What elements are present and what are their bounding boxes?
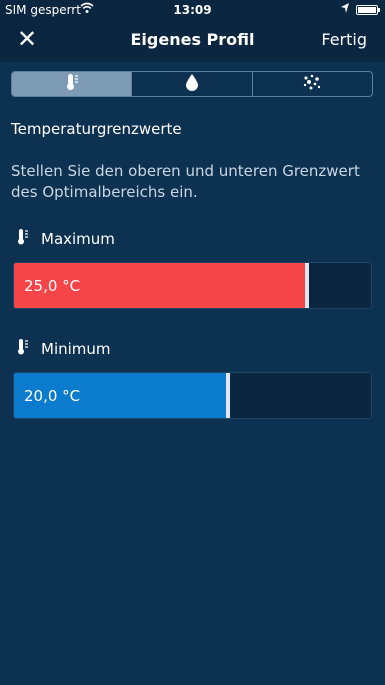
maximum-label-row: Maximum [17,228,115,250]
clock: 13:09 [173,3,212,17]
maximum-value: 25,0 °C [24,277,81,295]
maximum-slider[interactable]: 25,0 °C [13,262,372,309]
water-drop-icon [185,73,199,95]
section-description: Stellen Sie den oberen und unteren Grenz… [11,162,360,201]
tab-air-quality[interactable] [253,72,372,96]
minimum-label-row: Minimum [17,338,111,360]
thermometer-icon [65,73,79,95]
tab-temperature[interactable] [12,72,133,96]
battery-icon [356,5,380,15]
maximum-slider-handle[interactable] [304,263,309,308]
section-title: Temperaturgrenzwerte [11,120,182,138]
thermometer-icon [17,338,29,360]
particles-icon [302,73,322,95]
minimum-slider[interactable]: 20,0 °C [13,372,372,419]
minimum-slider-handle[interactable] [226,373,231,418]
status-bar: SIM gesperrt 13:09 [0,0,385,20]
sensor-tabs [11,71,373,97]
location-icon [340,2,350,17]
minimum-label: Minimum [41,340,111,358]
thermometer-icon [17,228,29,250]
maximum-label: Maximum [41,230,115,248]
tab-humidity[interactable] [132,72,253,96]
nav-bar: ✕ Eigenes Profil Fertig [0,20,385,62]
minimum-value: 20,0 °C [24,387,81,405]
done-button[interactable]: Fertig [321,30,367,49]
